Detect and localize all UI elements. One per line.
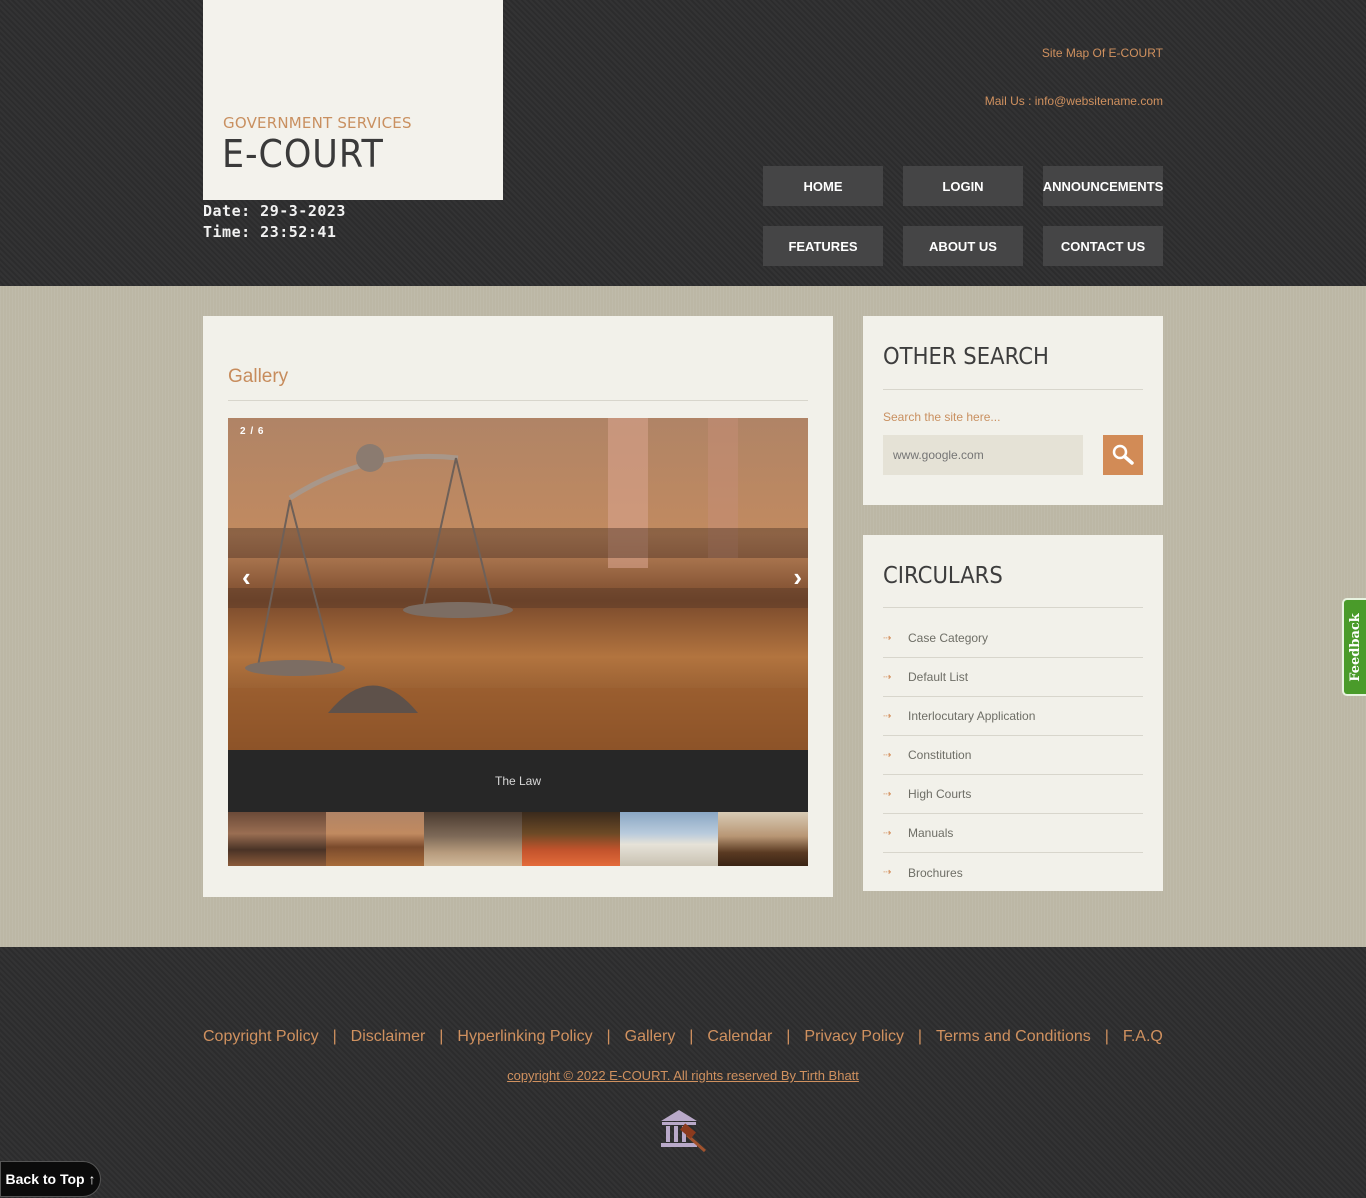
court-building-gavel-icon [661,1110,706,1153]
gallery-thumbnails [228,812,808,866]
footer-link-faq[interactable]: F.A.Q [1123,1028,1163,1046]
slide-caption: The Law [494,774,542,788]
footer-link-calendar[interactable]: Calendar [707,1028,772,1046]
sitemap-link[interactable]: Site Map Of E-COURT [1042,46,1163,60]
circular-item-brochures[interactable]: ⇢ Brochures [883,853,1143,892]
next-slide-icon[interactable]: › [793,564,802,590]
logo-box[interactable]: GOVERNMENT SERVICES E-COURT [203,0,503,200]
footer-link-disclaimer[interactable]: Disclaimer [351,1028,426,1046]
arrow-icon: ⇢ [883,827,892,839]
mail-line: Mail Us : info@websitename.com [985,94,1163,108]
mail-link[interactable]: info@websitename.com [1035,94,1163,108]
gallery-divider [228,400,808,401]
back-to-top-button[interactable]: Back to Top ↑ [0,1161,101,1197]
circular-item-default-list[interactable]: ⇢ Default List [883,658,1143,697]
arrow-icon: ⇢ [883,788,892,800]
gallery-title: Gallery [228,366,289,387]
search-label: Search the site here... [883,410,1001,424]
thumbnail-gavel-red[interactable] [522,812,620,866]
circular-item-case-category[interactable]: ⇢ Case Category [883,619,1143,658]
magnifier-icon [1112,444,1134,465]
thumbnail-supreme-court[interactable] [620,812,718,866]
thumbnail-scales[interactable] [326,812,424,866]
circular-item-manuals[interactable]: ⇢ Manuals [883,814,1143,853]
footer-links: Copyright Policy | Disclaimer | Hyperlin… [203,1025,1163,1049]
logo-title: E-COURT [222,132,384,176]
gallery-panel: Gallery 2 / 6 ‹ › The Law [203,316,833,897]
feedback-tab[interactable]: Feedback [1342,598,1366,696]
nav-about-us-button[interactable]: ABOUT US [903,226,1023,266]
circular-label: Case Category [908,631,989,645]
footer-separator: | [332,1028,337,1045]
circular-label: High Courts [908,787,972,801]
other-search-panel: OTHER SEARCH Search the site here... [863,316,1163,505]
footer-separator: | [1104,1028,1109,1045]
footer-link-terms-and-conditions[interactable]: Terms and Conditions [936,1028,1091,1046]
footer-separator: | [439,1028,444,1045]
thumbnail-gavel-book[interactable] [718,812,808,866]
arrow-icon: ⇢ [883,867,892,878]
site-footer: Copyright Policy | Disclaimer | Hyperlin… [0,947,1366,1198]
date-time-display: Date: 29-3-2023 Time: 23:52:41 [203,201,346,243]
arrow-icon: ⇢ [883,632,892,644]
footer-link-gallery[interactable]: Gallery [625,1028,676,1046]
circular-item-high-courts[interactable]: ⇢ High Courts [883,775,1143,814]
circular-label: Manuals [908,826,954,840]
scales-of-justice-image [228,418,808,750]
date-text: Date: 29-3-2023 [203,202,346,220]
search-divider [883,389,1143,390]
circular-item-interlocutary-application[interactable]: ⇢ Interlocutary Application [883,697,1143,736]
circular-label: Default List [908,670,969,684]
gallery-slide-image[interactable]: 2 / 6 ‹ › [228,418,808,750]
search-input[interactable] [883,435,1083,475]
arrow-icon: ⇢ [883,710,892,722]
footer-link-copyright-policy[interactable]: Copyright Policy [203,1028,319,1046]
thumbnail-courtroom-interior[interactable] [424,812,522,866]
slide-counter: 2 / 6 [240,426,265,437]
footer-separator: | [917,1028,923,1045]
slide-caption-bar: The Law [228,750,808,812]
mail-label: Mail Us : [984,94,1032,108]
logo-subtitle: GOVERNMENT SERVICES [223,114,412,132]
circulars-divider [883,607,1143,608]
thumbnail-courtroom[interactable] [228,812,326,866]
footer-separator: | [606,1028,611,1045]
footer-link-hyperlinking-policy[interactable]: Hyperlinking Policy [457,1028,592,1046]
circular-item-constitution[interactable]: ⇢ Constitution [883,736,1143,775]
arrow-icon: ⇢ [883,671,892,683]
nav-announcements-button[interactable]: ANNOUNCEMENTS [1043,166,1163,206]
circulars-panel: CIRCULARS ⇢ Case Category ⇢ Default List ⇢… [863,535,1163,891]
footer-link-privacy-policy[interactable]: Privacy Policy [804,1028,904,1046]
circular-label: Constitution [908,748,972,762]
circular-label: Interlocutary Application [908,709,1036,723]
copyright-link[interactable]: copyright © 2022 E-COURT. All rights res… [0,1068,1366,1083]
circular-label: Brochures [908,865,963,880]
nav-features-button[interactable]: FEATURES [763,226,883,266]
nav-contact-us-button[interactable]: CONTACT US [1043,226,1163,266]
arrow-icon: ⇢ [883,749,892,761]
other-search-heading: OTHER SEARCH [883,344,1049,370]
footer-separator: | [689,1028,694,1045]
circulars-heading: CIRCULARS [883,563,1003,589]
site-header: GOVERNMENT SERVICES E-COURT Date: 29-3-2… [0,0,1366,286]
nav-login-button[interactable]: LOGIN [903,166,1023,206]
search-button[interactable] [1103,435,1143,475]
feedback-label: Feedback [1347,612,1363,682]
nav-home-button[interactable]: HOME [763,166,883,206]
footer-separator: | [786,1028,791,1045]
main-content: Gallery 2 / 6 ‹ › The Law OTHER SEARCH S… [0,286,1366,947]
previous-slide-icon[interactable]: ‹ [242,564,251,590]
time-text: Time: 23:52:41 [203,223,337,241]
